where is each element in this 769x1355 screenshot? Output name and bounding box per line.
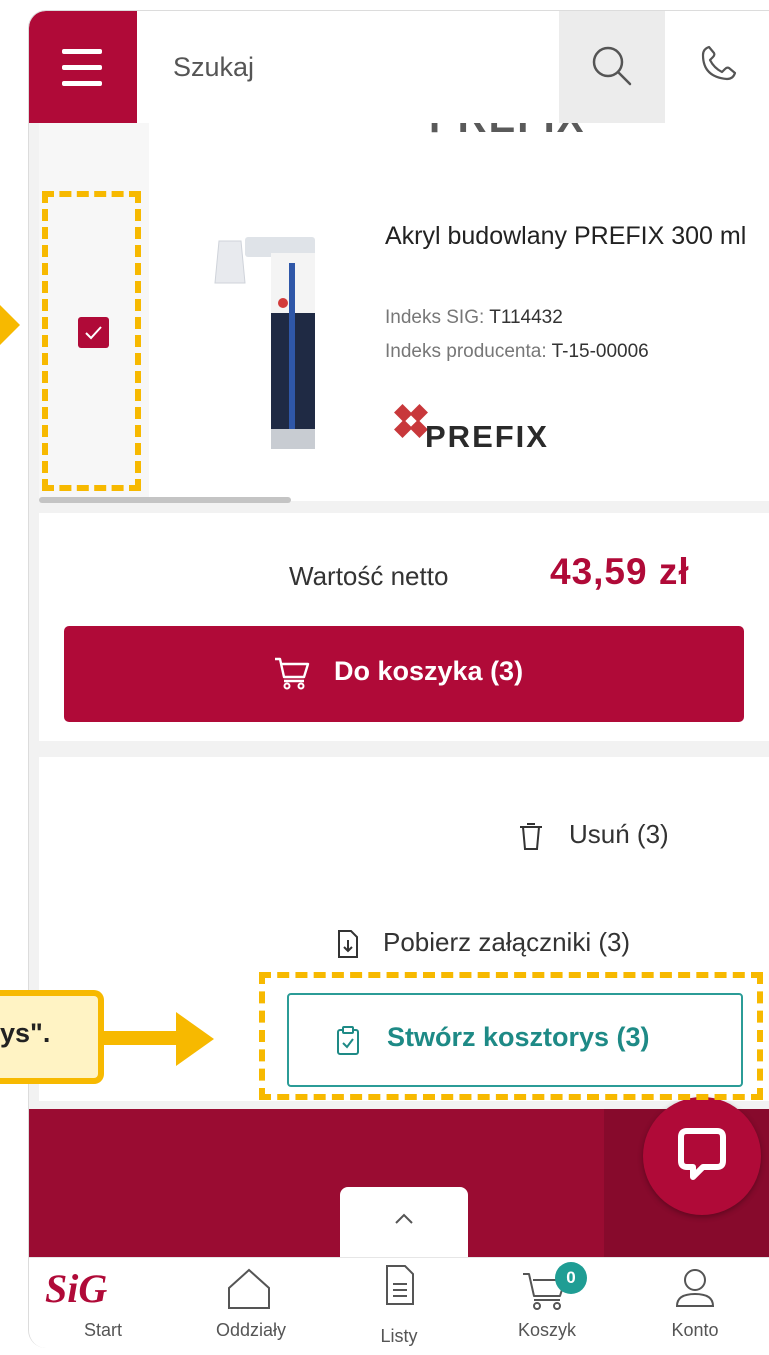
download-attachments-button[interactable]: Pobierz załączniki (3) [335, 927, 755, 967]
svg-text:SiG: SiG [45, 1266, 107, 1311]
netto-value: 43,59 zł [550, 551, 690, 592]
nav-start[interactable]: SiG Start [29, 1258, 177, 1348]
add-to-cart-label: Do koszyka (3) [334, 656, 524, 686]
cart-icon [523, 1273, 566, 1310]
product-card: PREFIX Akryl budowlany PREFIX 300 ml Ind… [39, 123, 769, 501]
instruction-callout-text: ys". [0, 1018, 51, 1048]
producer-index-label: Indeks producenta: [385, 341, 547, 362]
menu-icon [62, 49, 102, 54]
brand-logo: PREFIX [385, 391, 605, 461]
phone-icon [701, 45, 737, 81]
phone-button[interactable] [665, 11, 769, 123]
nav-start-label: Start [83, 1320, 122, 1340]
arrow-right-icon [176, 1012, 214, 1066]
arrow-right-icon [0, 305, 20, 345]
totals-card: Wartość netto 43,59 zł Do koszyka (3) [39, 513, 769, 741]
chevron-up-icon [395, 1213, 413, 1224]
page: PREFIX Akryl budowlany PREFIX 300 ml Ind… [0, 0, 769, 1355]
delete-label: Usuń (3) [569, 819, 669, 849]
chat-bubble-icon [678, 1128, 726, 1180]
sig-index-value: T114432 [489, 307, 563, 328]
checkmark-icon [85, 326, 102, 340]
menu-icon-bar [62, 65, 102, 70]
create-estimate-button[interactable]: Stwórz kosztorys (3) [287, 993, 743, 1087]
chat-button[interactable] [643, 1097, 761, 1215]
sig-index: Indeks SIG: T114432 [385, 307, 563, 329]
actions-card: Usuń (3) Pobierz załączniki (3) Stwórz k… [39, 757, 769, 1101]
user-icon [675, 1269, 715, 1307]
product-image[interactable] [189, 223, 329, 463]
add-to-cart-button[interactable]: Do koszyka (3) [64, 626, 744, 722]
product-checkbox[interactable] [78, 317, 109, 348]
delete-button[interactable]: Usuń (3) [517, 819, 737, 859]
cart-icon [275, 657, 310, 690]
menu-icon-bar [62, 81, 102, 86]
instruction-callout: ys". [0, 990, 104, 1084]
product-name[interactable]: Akryl budowlany PREFIX 300 ml [385, 215, 765, 257]
nav-branches[interactable]: Oddziały [177, 1258, 325, 1348]
app-frame: PREFIX Akryl budowlany PREFIX 300 ml Ind… [28, 10, 769, 1348]
nav-branches-label: Oddziały [215, 1320, 287, 1340]
horizontal-scrollbar[interactable] [39, 497, 291, 503]
nav-lists-label: Listy [380, 1326, 418, 1346]
sig-logo-icon: SiG [45, 1266, 107, 1311]
create-estimate-label: Stwórz kosztorys (3) [387, 1022, 650, 1052]
previous-brand-logo: PREFIX [429, 123, 585, 142]
producer-index: Indeks producenta: T-15-00006 [385, 341, 649, 363]
sig-index-label: Indeks SIG: [385, 307, 485, 328]
search-input[interactable] [137, 11, 559, 123]
nav-cart-label: Koszyk [517, 1320, 577, 1340]
document-list-icon [386, 1265, 414, 1305]
nav-account[interactable]: Konto [621, 1258, 769, 1348]
scroll-to-top-button[interactable] [340, 1187, 468, 1261]
download-attachments-label: Pobierz załączniki (3) [383, 927, 631, 957]
search-icon [592, 46, 632, 86]
top-header [29, 11, 769, 123]
selection-column [39, 123, 149, 501]
bottom-navigation: SiG Start Oddziały Listy 0 Koszyk Konto [29, 1257, 769, 1348]
trash-icon [520, 823, 542, 850]
home-icon [228, 1268, 270, 1309]
nav-account-label: Konto [671, 1320, 719, 1340]
producer-index-value: T-15-00006 [551, 341, 649, 362]
file-download-icon [338, 930, 358, 958]
arrow-shaft [104, 1031, 184, 1045]
search-button[interactable] [559, 11, 665, 123]
menu-button[interactable] [29, 11, 137, 123]
cart-count-badge: 0 [555, 1262, 587, 1294]
clipboard-check-icon [337, 1026, 359, 1055]
nav-lists[interactable]: Listy [325, 1258, 473, 1348]
netto-label: Wartość netto [289, 561, 449, 591]
nav-cart[interactable]: 0 Koszyk [473, 1258, 621, 1348]
brand-logo-text: PREFIX [425, 419, 549, 454]
